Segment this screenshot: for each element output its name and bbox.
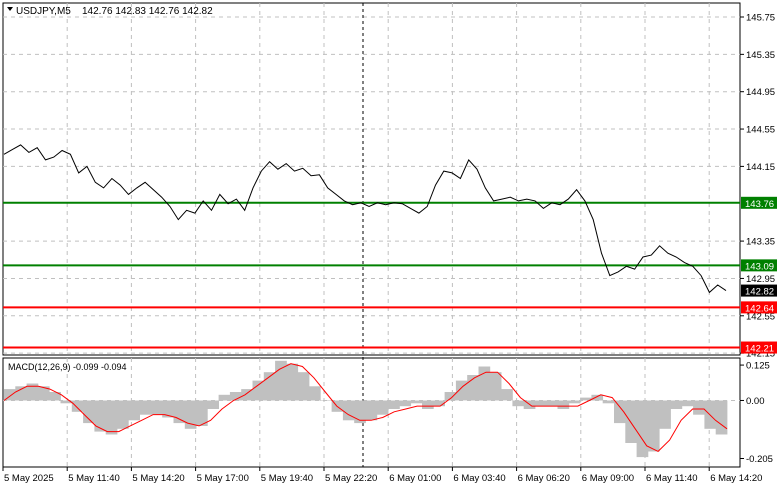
macd-histogram-bar [71,400,84,412]
level-tag-label: 142.21 [745,344,774,355]
macd-histogram-bar [478,366,491,401]
x-tick-label: 5 May 19:40 [261,473,313,484]
y-tick-label: 145.75 [746,13,775,24]
macd-histogram-bar [94,400,107,432]
level-tag-label: 143.09 [745,261,774,272]
macd-histogram-bar [320,400,332,401]
macd-histogram-bar [173,400,186,424]
macd-histogram-bar [501,389,513,401]
level-tag-label: 143.76 [745,199,774,210]
macd-histogram-bar [15,386,27,401]
macd-histogram-bar [252,380,265,401]
x-tick-label: 6 May 06:20 [518,473,570,484]
macd-histogram-bar [388,400,400,409]
macd-histogram-bar [286,363,299,401]
symbol-header: USDJPY,M5 142.76 142.83 142.76 142.82 [7,6,213,17]
time-axis: 5 May 2025 5 May 11:40 5 May 14:20 5 May 17… [2,467,762,484]
macd-histogram-bar [444,392,457,401]
macd-y-axis: 0.125 0.00 -0.205 [740,361,773,465]
macd-histogram-bar [309,386,321,401]
macd-histogram-bar [693,400,705,415]
macd-histogram-bar [365,400,378,421]
macd-y-tick-label: 0.00 [746,396,765,407]
x-tick-label: 6 May 01:00 [389,473,441,484]
y-tick-label: 144.55 [746,125,775,136]
macd-histogram-bar [546,400,558,407]
macd-histogram-bar [150,400,163,415]
macd-histogram-bar [489,372,502,401]
x-tick-label: 5 May 14:20 [132,473,184,484]
macd-histogram-bar [535,400,547,407]
macd-histogram-bar [207,400,219,409]
macd-histogram-bar [681,400,694,407]
macd-histogram-bar [128,400,140,421]
macd-histogram-bar [647,400,660,452]
macd-histogram-bar [636,400,649,458]
macd-histogram-bar [354,400,366,424]
macd-histogram-bar [557,400,570,409]
symbol-label: USDJPY,M5 [16,6,71,17]
y-tick-label: 145.35 [746,50,775,61]
macd-histogram-bar [568,400,581,404]
macd-histogram-bar [376,400,389,415]
price-panel [2,2,741,356]
macd-y-tick-label: -0.205 [746,454,773,465]
macd-histogram-bar [297,372,310,401]
x-tick-label: 6 May 09:00 [582,473,634,484]
x-tick-label: 6 May 03:40 [453,473,505,484]
y-tick-label: 143.35 [746,237,775,248]
macd-histogram-bar [591,394,604,401]
macd-histogram-bar [105,400,118,435]
macd-histogram-bar [422,400,434,409]
y-tick-label: 144.95 [746,87,775,98]
x-tick-label: 6 May 11:40 [646,473,698,484]
macd-histogram-bar [659,400,671,429]
macd-histogram-bar [670,400,683,409]
level-tag-label: 142.64 [745,303,774,314]
y-tick-label: 144.15 [746,162,775,173]
x-tick-label: 5 May 17:00 [197,473,249,484]
macd-y-tick-label: 0.125 [746,361,770,372]
x-tick-label: 6 May 14:20 [710,473,762,484]
trading-chart: 145.75 145.35 144.95 144.55 144.15 143.35 142.… [2,2,777,484]
current-price-label: 142.82 [745,287,774,298]
macd-histogram-bar [715,400,728,435]
y-tick-label: 142.95 [746,274,775,285]
macd-histogram-bar [399,400,412,407]
macd-histogram-bar [117,400,129,429]
x-tick-label: 5 May 22:20 [325,473,377,484]
x-tick-label: 5 May 11:40 [68,473,120,484]
macd-histogram-bar [455,380,468,401]
x-tick-label: 5 May 2025 [4,473,54,484]
macd-histogram-bar [410,400,423,404]
macd-histogram-bar [625,400,637,443]
macd-histogram-bar [139,400,152,415]
macd-header: MACD(12,26,9) -0.099 -0.094 [8,362,127,372]
macd-histogram-bar [512,400,525,407]
macd-histogram-bar [602,400,615,404]
macd-histogram-bar [218,394,231,401]
ohlc-values: 142.76 142.83 142.76 142.82 [82,6,213,17]
